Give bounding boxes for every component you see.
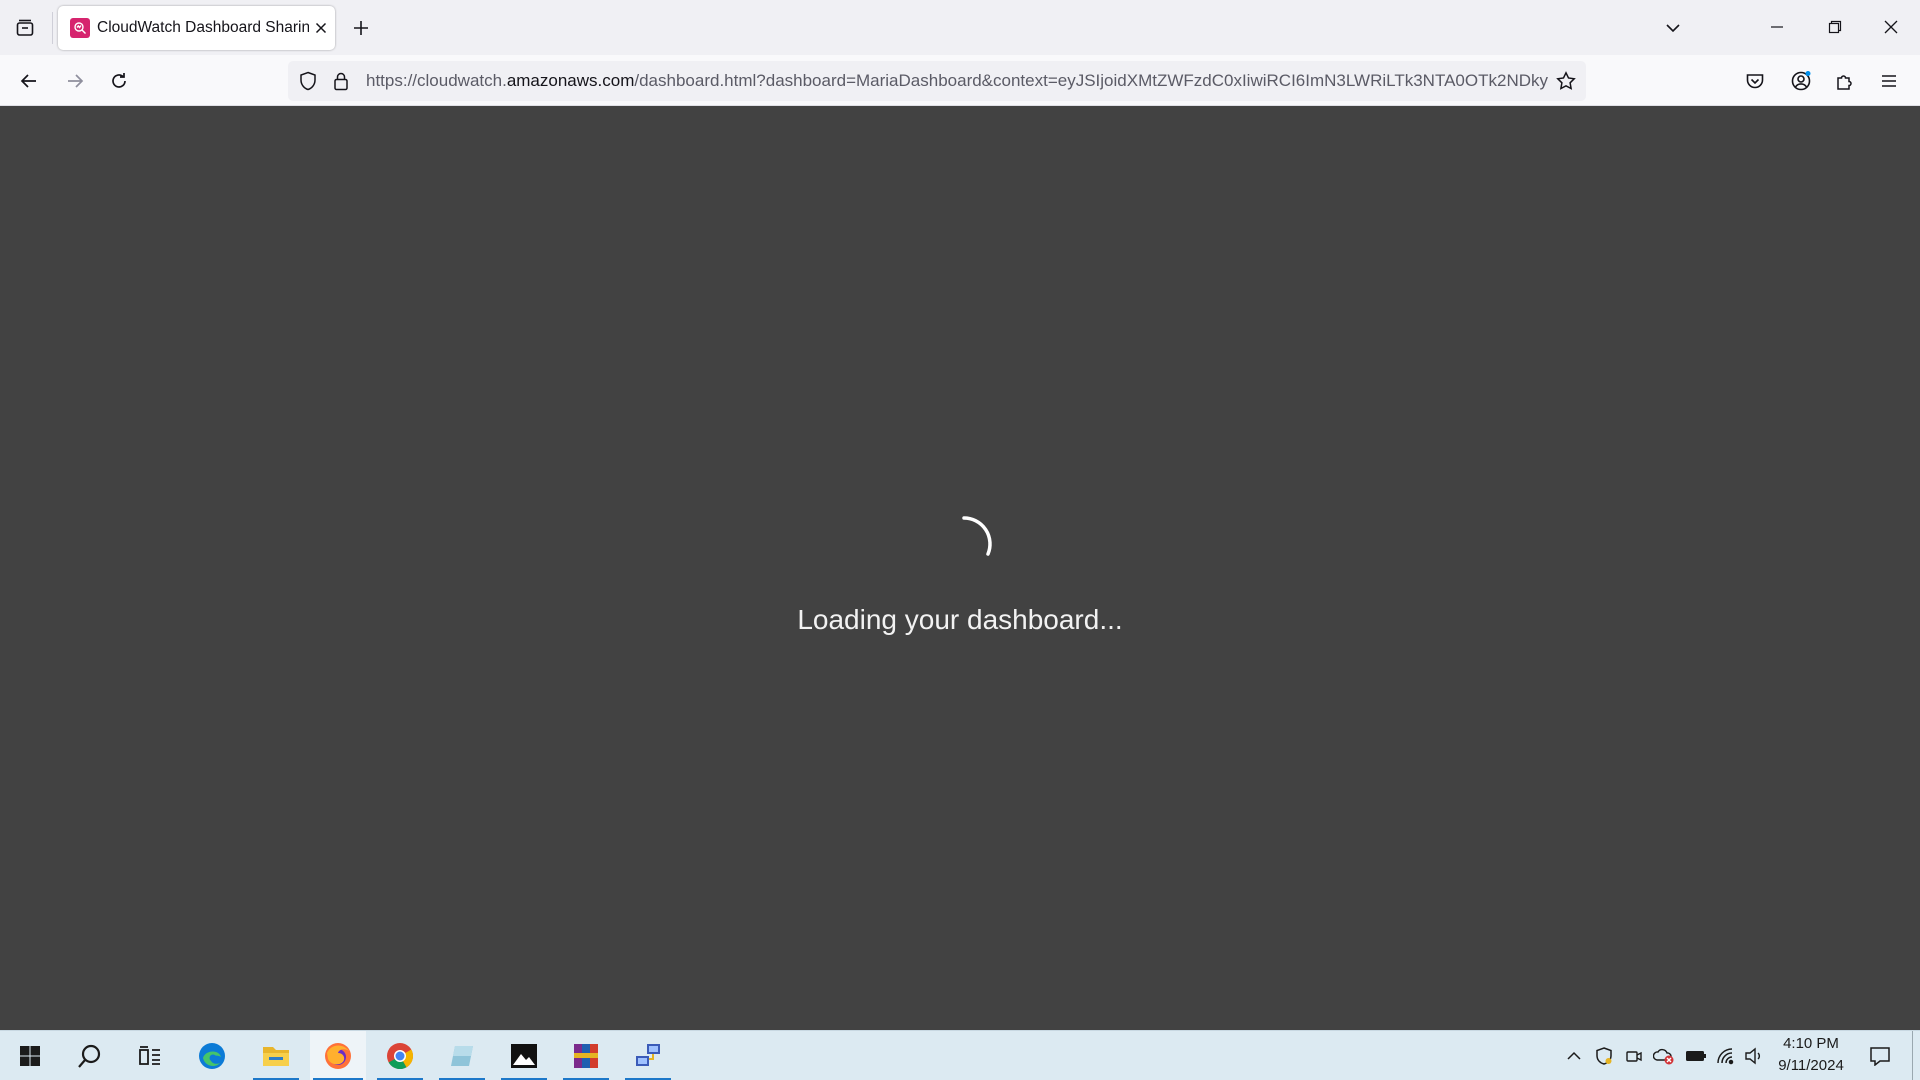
url-text[interactable]: https://cloudwatch.amazonaws.com/dashboa… bbox=[366, 71, 1548, 91]
edge-browser-icon[interactable] bbox=[186, 1031, 238, 1080]
tracking-protection-shield-icon[interactable] bbox=[290, 61, 326, 101]
close-tab-icon[interactable] bbox=[311, 18, 331, 38]
loading-spinner-icon bbox=[962, 516, 992, 556]
show-desktop-button[interactable] bbox=[1912, 1031, 1913, 1080]
hamburger-menu-icon[interactable] bbox=[1870, 63, 1908, 99]
clock-time: 4:10 PM bbox=[1783, 1035, 1839, 1052]
url-path: /dashboard.html?dashboard=MariaDashboard… bbox=[634, 71, 1548, 90]
plus-icon[interactable] bbox=[344, 11, 378, 45]
network-app-icon[interactable] bbox=[622, 1031, 674, 1080]
notepad-app-icon[interactable] bbox=[436, 1031, 488, 1080]
forward-arrow-icon[interactable] bbox=[56, 63, 94, 99]
star-icon[interactable] bbox=[1548, 61, 1584, 101]
winrar-icon[interactable] bbox=[560, 1031, 612, 1080]
search-icon[interactable] bbox=[64, 1031, 116, 1080]
reload-icon[interactable] bbox=[100, 63, 138, 99]
lock-icon[interactable] bbox=[326, 61, 356, 101]
windows-taskbar: 4:10 PM 9/11/2024 bbox=[0, 1030, 1920, 1080]
security-shield-icon[interactable] bbox=[1592, 1044, 1616, 1068]
url-domain: amazonaws.com bbox=[506, 71, 635, 90]
show-hidden-icons-chevron-icon[interactable] bbox=[1562, 1044, 1586, 1068]
restore-icon[interactable] bbox=[1812, 8, 1858, 46]
chevron-down-icon[interactable] bbox=[1656, 11, 1690, 45]
address-bar[interactable]: https://cloudwatch.amazonaws.com/dashboa… bbox=[288, 61, 1586, 101]
system-clock[interactable]: 4:10 PM 9/11/2024 bbox=[1760, 1033, 1862, 1077]
tab-list-icon[interactable] bbox=[8, 11, 42, 45]
photos-icon[interactable] bbox=[498, 1031, 550, 1080]
notification-center-icon[interactable] bbox=[1868, 1044, 1892, 1068]
clock-date: 9/11/2024 bbox=[1778, 1057, 1844, 1074]
back-arrow-icon[interactable] bbox=[10, 63, 48, 99]
file-explorer-icon[interactable] bbox=[250, 1031, 302, 1080]
wifi-icon[interactable] bbox=[1714, 1044, 1738, 1068]
url-prefix: https://cloudwatch. bbox=[366, 71, 507, 90]
onedrive-error-icon[interactable] bbox=[1652, 1044, 1676, 1068]
minimize-icon[interactable] bbox=[1754, 8, 1800, 46]
battery-icon[interactable] bbox=[1684, 1044, 1708, 1068]
puzzle-icon[interactable] bbox=[1826, 63, 1864, 99]
tab-strip: CloudWatch Dashboard Sharing bbox=[0, 0, 1920, 55]
pocket-icon[interactable] bbox=[1736, 63, 1774, 99]
task-view-icon[interactable] bbox=[124, 1031, 176, 1080]
windows-start-icon[interactable] bbox=[4, 1031, 56, 1080]
active-tab[interactable]: CloudWatch Dashboard Sharing bbox=[58, 6, 335, 50]
close-window-icon[interactable] bbox=[1868, 8, 1914, 46]
navigation-toolbar: https://cloudwatch.amazonaws.com/dashboa… bbox=[0, 55, 1920, 106]
page-content: Loading your dashboard... bbox=[0, 106, 1920, 1030]
tab-title: CloudWatch Dashboard Sharing bbox=[97, 19, 309, 36]
chrome-icon[interactable] bbox=[374, 1031, 426, 1080]
loading-message: Loading your dashboard... bbox=[797, 604, 1123, 635]
meet-now-icon[interactable] bbox=[1622, 1044, 1646, 1068]
account-icon[interactable] bbox=[1782, 63, 1820, 99]
firefox-icon[interactable] bbox=[310, 1031, 366, 1080]
cloudwatch-icon bbox=[70, 18, 90, 38]
tab-separator bbox=[52, 12, 53, 44]
